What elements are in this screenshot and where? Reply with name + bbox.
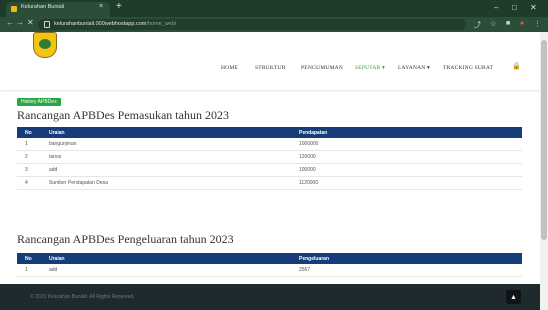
table-row: 1 bangunjman 1000000 [17, 138, 522, 151]
minimize-button[interactable]: – [494, 3, 498, 12]
scrollbar-bottom [540, 284, 548, 310]
table-row: 3 add 100000 [17, 164, 522, 177]
window-close-button[interactable]: ✕ [530, 3, 537, 12]
new-tab-button[interactable]: + [116, 1, 122, 12]
back-to-top-button[interactable]: ▴ [506, 290, 521, 304]
browser-menu-icon[interactable]: ⋮ [534, 20, 541, 28]
menu-layanan[interactable]: LAYANAN ▾ [398, 65, 430, 71]
bookmark-star-icon[interactable]: ☆ [490, 20, 496, 28]
menu-seputar[interactable]: SEPUTAR ▾ [355, 65, 385, 71]
menu-home[interactable]: HOME [221, 65, 238, 71]
back-button[interactable]: ← [6, 18, 14, 27]
site-footer: © 2023 Kelurahan Buniali. All Rights Res… [0, 284, 540, 310]
pengeluaran-table-header: No Uraian Pengeluaran [17, 253, 522, 264]
reload-button[interactable]: ✕ [27, 18, 34, 27]
browser-tab-bar: Kelurahan Buniali × + – □ ✕ [0, 0, 548, 17]
browser-toolbar: ← → ✕ kelurahanbuniali.000webhostapp.com… [0, 17, 548, 32]
site-logo[interactable] [33, 32, 57, 58]
share-icon[interactable]: ⤴ [474, 20, 481, 30]
pemasukan-title: Rancangan APBDes Pemasukan tahun 2023 [17, 108, 229, 122]
sidebar-icon[interactable]: ■ [506, 20, 510, 27]
pemasukan-table-header: No Uraian Pendapatan [17, 127, 522, 138]
address-bar[interactable]: kelurahanbuniali.000webhostapp.com/home_… [38, 19, 466, 30]
tab-title: Kelurahan Buniali [21, 4, 65, 10]
menu-pengumuman[interactable]: PENGUMUMAN [301, 65, 343, 71]
table-row: 4 Sumber Pendapatan Desa 1120000 [17, 177, 522, 190]
site-header: HOME STRUKTUR PENGUMUMAN SEPUTAR ▾ LAYAN… [0, 32, 540, 90]
history-badge: History APBDes [17, 98, 61, 106]
pengeluaran-title: Rancangan APBDes Pengeluaran tahun 2023 [17, 232, 234, 246]
profile-icon[interactable]: ● [520, 20, 524, 27]
lock-icon [44, 21, 50, 28]
menu-tracking-surat[interactable]: TRACKING SURAT [443, 65, 493, 71]
page-content: HOME STRUKTUR PENGUMUMAN SEPUTAR ▾ LAYAN… [0, 32, 540, 284]
forward-button[interactable]: → [16, 18, 24, 27]
table-row: 2 tanos 120000 [17, 151, 522, 164]
maximize-button[interactable]: □ [512, 3, 517, 12]
table-row: 1 add 2567 [17, 264, 522, 277]
menu-struktur[interactable]: STRUKTUR [255, 65, 286, 71]
browser-tab[interactable]: Kelurahan Buniali × [6, 2, 110, 17]
lock-icon[interactable]: 🔒 [512, 62, 521, 70]
url-text[interactable]: kelurahanbuniali.000webhostapp.com/home_… [54, 21, 176, 27]
footer-copyright: © 2023 Kelurahan Buniali. All Rights Res… [30, 294, 135, 300]
favicon-icon [11, 6, 17, 12]
tab-close-icon[interactable]: × [99, 3, 103, 10]
scrollbar-thumb[interactable] [541, 40, 547, 240]
